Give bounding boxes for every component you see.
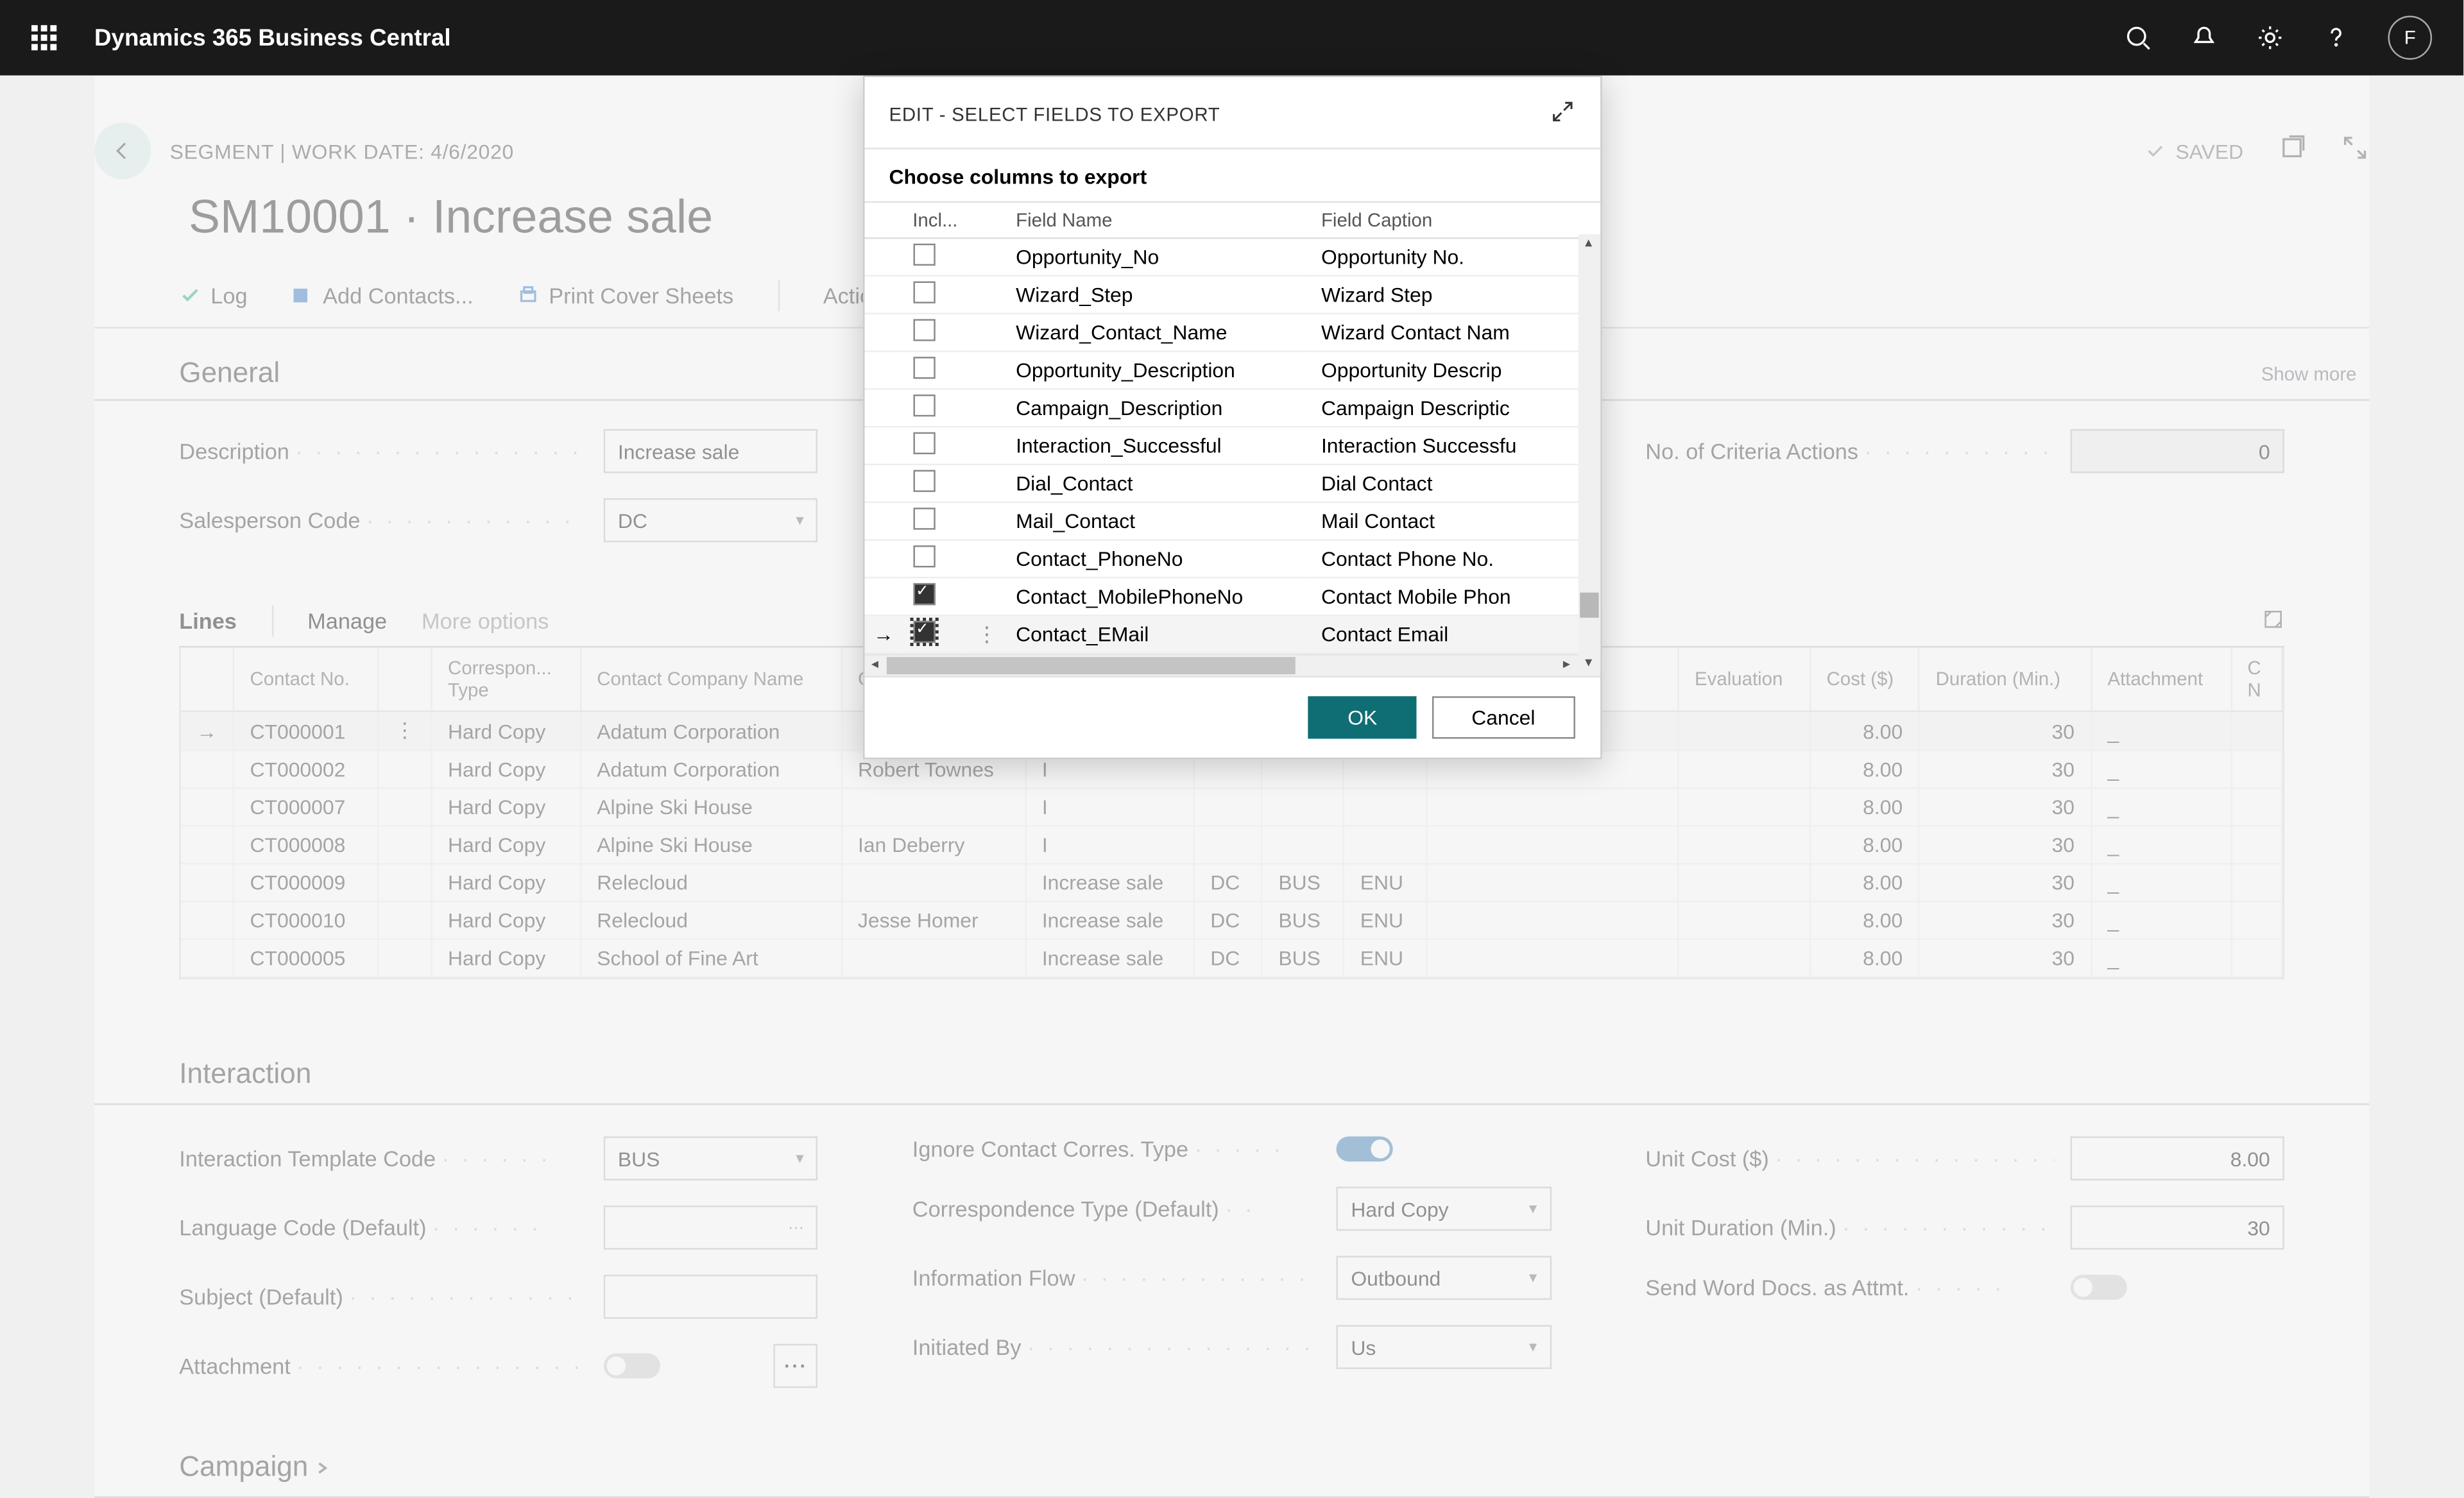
tab-manage[interactable]: Manage	[307, 608, 387, 633]
modal-row[interactable]: Campaign_DescriptionCampaign Descriptic	[864, 389, 1600, 427]
infoflow-label: Information Flow	[912, 1265, 1075, 1290]
back-button[interactable]	[94, 123, 151, 179]
ignore-toggle[interactable]	[1337, 1136, 1393, 1161]
help-icon[interactable]	[2322, 24, 2350, 52]
include-checkbox[interactable]	[912, 583, 934, 605]
ok-button[interactable]: OK	[1308, 696, 1417, 738]
print-cover-action[interactable]: Print Cover Sheets	[517, 283, 733, 308]
collapse-icon[interactable]	[2341, 133, 2369, 169]
settings-icon[interactable]	[2256, 24, 2284, 52]
subject-input[interactable]	[604, 1275, 818, 1319]
mth-fname[interactable]: Field Name	[1006, 203, 1312, 238]
export-fields-modal: EDIT - SELECT FIELDS TO EXPORT Choose co…	[862, 76, 1601, 760]
th-company[interactable]: Contact Company Name	[581, 647, 842, 711]
lang-input[interactable]: ···	[604, 1205, 818, 1250]
attachment-label: Attachment	[179, 1353, 291, 1378]
unitcost-label: Unit Cost ($)	[1645, 1146, 1769, 1171]
initby-input[interactable]: Us▾	[1337, 1325, 1551, 1369]
criteria-value: 0	[2070, 429, 2284, 473]
modal-expand-icon[interactable]	[1549, 99, 1574, 129]
modal-row[interactable]: Dial_ContactDial Contact	[864, 464, 1600, 502]
include-checkbox[interactable]	[912, 282, 934, 303]
mth-fcaption[interactable]: Field Caption	[1312, 203, 1577, 238]
modal-row[interactable]: Mail_ContactMail Contact	[864, 502, 1600, 540]
include-checkbox[interactable]	[912, 545, 934, 567]
include-checkbox[interactable]	[912, 507, 934, 529]
th-contact-no[interactable]: Contact No.	[234, 647, 378, 711]
criteria-label: No. of Criteria Actions	[1645, 439, 1858, 464]
table-row[interactable]: CT000007Hard CopyAlpine Ski HouseI8.0030…	[181, 788, 2282, 826]
template-label: Interaction Template Code	[179, 1146, 436, 1171]
modal-row[interactable]: Opportunity_DescriptionOpportunity Descr…	[864, 352, 1600, 389]
modal-v-scrollbar[interactable]: ▴▾	[1578, 234, 1600, 676]
th-evaluation[interactable]: Evaluation	[1678, 647, 1810, 711]
table-row[interactable]: CT000008Hard CopyAlpine Ski HouseIan Deb…	[181, 826, 2282, 864]
th-correspon[interactable]: Correspon...Type	[431, 647, 580, 711]
modal-subtitle: Choose columns to export	[864, 149, 1600, 201]
infoflow-input[interactable]: Outbound▾	[1337, 1256, 1551, 1300]
include-checkbox[interactable]	[912, 432, 934, 454]
include-checkbox[interactable]	[912, 395, 934, 416]
modal-row[interactable]: Wizard_StepWizard Step	[864, 276, 1600, 314]
unitdur-label: Unit Duration (Min.)	[1645, 1215, 1836, 1240]
corrtype-input[interactable]: Hard Copy▾	[1337, 1187, 1551, 1231]
campaign-section-header[interactable]: Campaign	[94, 1388, 2369, 1498]
app-launcher-icon[interactable]	[31, 25, 56, 50]
breadcrumb: SEGMENT | WORK DATE: 4/6/2020	[170, 139, 514, 163]
app-title: Dynamics 365 Business Central	[94, 24, 451, 51]
description-label: Description	[179, 439, 289, 464]
include-checkbox[interactable]	[912, 357, 934, 379]
modal-grid: Incl... Field Name Field Caption Opportu…	[864, 201, 1600, 677]
notifications-icon[interactable]	[2190, 24, 2218, 52]
salesperson-input[interactable]: DC▾	[604, 498, 818, 543]
th-attachment[interactable]: Attachment	[2091, 647, 2231, 711]
modal-row[interactable]: Contact_MobilePhoneNoContact Mobile Phon	[864, 577, 1600, 615]
corrtype-label: Correspondence Type (Default)	[912, 1196, 1219, 1221]
open-new-window-icon[interactable]	[2278, 133, 2306, 169]
include-checkbox[interactable]	[912, 244, 934, 266]
add-contacts-action[interactable]: Add Contacts...	[291, 283, 474, 308]
saved-indicator: SAVED	[2144, 139, 2244, 163]
table-row[interactable]: CT000010Hard CopyRelecloudJesse HomerInc…	[181, 901, 2282, 939]
description-input[interactable]: Increase sale	[604, 429, 818, 473]
modal-title: EDIT - SELECT FIELDS TO EXPORT	[889, 103, 1220, 124]
subject-label: Subject (Default)	[179, 1284, 343, 1309]
table-row[interactable]: CT000005Hard CopySchool of Fine ArtIncre…	[181, 939, 2282, 977]
attachment-more-button[interactable]: ···	[774, 1344, 818, 1388]
unitcost-input[interactable]: 8.00	[2070, 1136, 2284, 1180]
modal-row[interactable]: Opportunity_NoOpportunity No.	[864, 238, 1600, 276]
mth-incl[interactable]: Incl...	[903, 203, 968, 238]
salesperson-label: Salesperson Code	[179, 507, 360, 532]
include-checkbox[interactable]	[912, 470, 934, 492]
th-cn[interactable]: CN	[2231, 647, 2282, 711]
lines-expand-icon[interactable]	[2263, 608, 2284, 634]
modal-h-scrollbar[interactable]: ◂▸	[864, 654, 1577, 676]
th-duration[interactable]: Duration (Min.)	[1919, 647, 2091, 711]
table-row[interactable]: CT000009Hard CopyRelecloudIncrease saleD…	[181, 864, 2282, 901]
modal-row[interactable]: Interaction_SuccessfulInteraction Succes…	[864, 427, 1600, 464]
initby-label: Initiated By	[912, 1334, 1022, 1359]
tab-more-options[interactable]: More options	[422, 608, 549, 633]
user-avatar[interactable]: F	[2388, 16, 2433, 60]
cancel-button[interactable]: Cancel	[1432, 696, 1575, 738]
template-input[interactable]: BUS▾	[604, 1136, 818, 1180]
sendword-label: Send Word Docs. as Attmt.	[1645, 1275, 1909, 1300]
lang-label: Language Code (Default)	[179, 1215, 426, 1240]
show-more-link[interactable]: Show more	[2261, 362, 2369, 384]
interaction-section-header: Interaction	[94, 979, 2369, 1105]
modal-row[interactable]: Wizard_Contact_NameWizard Contact Nam	[864, 314, 1600, 352]
include-checkbox[interactable]	[912, 621, 934, 643]
search-icon[interactable]	[2124, 24, 2152, 52]
th-cost[interactable]: Cost ($)	[1810, 647, 1919, 711]
ignore-label: Ignore Contact Corres. Type	[912, 1136, 1188, 1161]
modal-row[interactable]: →⋮Contact_EMailContact Email	[864, 615, 1600, 653]
log-action[interactable]: Log	[179, 283, 247, 308]
topbar: Dynamics 365 Business Central F	[0, 0, 2463, 76]
modal-row[interactable]: Contact_PhoneNoContact Phone No.	[864, 540, 1600, 578]
attachment-toggle[interactable]	[604, 1353, 660, 1378]
unitdur-input[interactable]: 30	[2070, 1205, 2284, 1250]
sendword-toggle[interactable]	[2070, 1275, 2126, 1300]
tab-lines[interactable]: Lines	[179, 608, 237, 633]
include-checkbox[interactable]	[912, 319, 934, 341]
